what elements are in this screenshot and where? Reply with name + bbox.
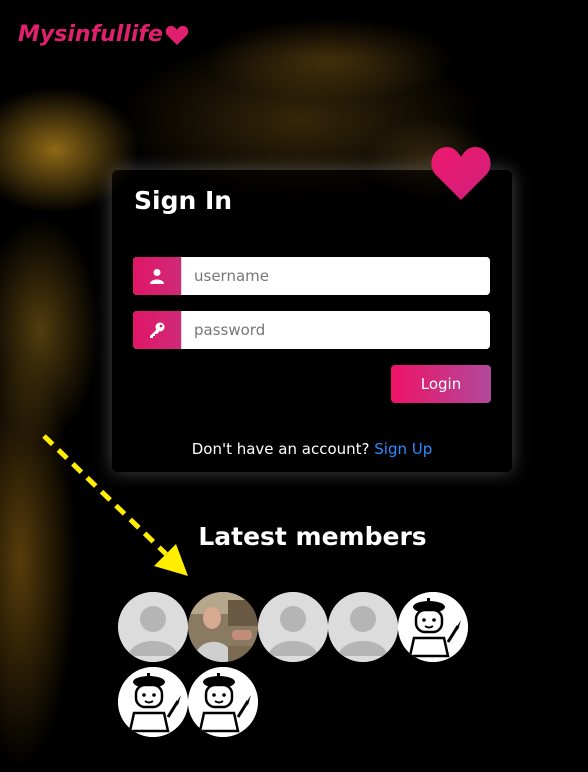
default-avatar-icon — [258, 592, 328, 662]
annotation-arrow-icon — [42, 434, 188, 576]
password-field — [133, 311, 490, 349]
signup-link[interactable]: Sign Up — [374, 440, 432, 458]
member-avatar-default[interactable] — [258, 592, 328, 662]
signin-card: Sign In Login Don't have an account? Sig… — [112, 170, 512, 472]
user-icon — [133, 257, 181, 295]
member-avatar-painter[interactable] — [118, 667, 188, 737]
painter-avatar-icon — [118, 667, 188, 737]
member-avatar-painter[interactable] — [188, 667, 258, 737]
member-avatar-default[interactable] — [328, 592, 398, 662]
member-photo-icon — [188, 592, 258, 662]
no-account-text: Don't have an account? — [191, 440, 370, 458]
username-field — [133, 257, 490, 295]
logo-text: Mysinfullife — [18, 22, 163, 47]
password-input[interactable] — [181, 311, 490, 349]
painter-avatar-icon — [398, 592, 468, 662]
member-avatar-default[interactable] — [118, 592, 188, 662]
heart-icon — [431, 147, 491, 200]
heart-icon — [165, 25, 189, 45]
site-logo[interactable]: Mysinfullife — [18, 22, 189, 47]
default-avatar-icon — [328, 592, 398, 662]
signin-title: Sign In — [134, 186, 233, 215]
member-avatar-photo[interactable] — [188, 592, 258, 662]
painter-avatar-icon — [188, 667, 258, 737]
member-avatar-painter[interactable] — [398, 592, 468, 662]
key-icon — [133, 311, 181, 349]
default-avatar-icon — [118, 592, 188, 662]
login-button[interactable]: Login — [391, 365, 491, 403]
username-input[interactable] — [181, 257, 490, 295]
